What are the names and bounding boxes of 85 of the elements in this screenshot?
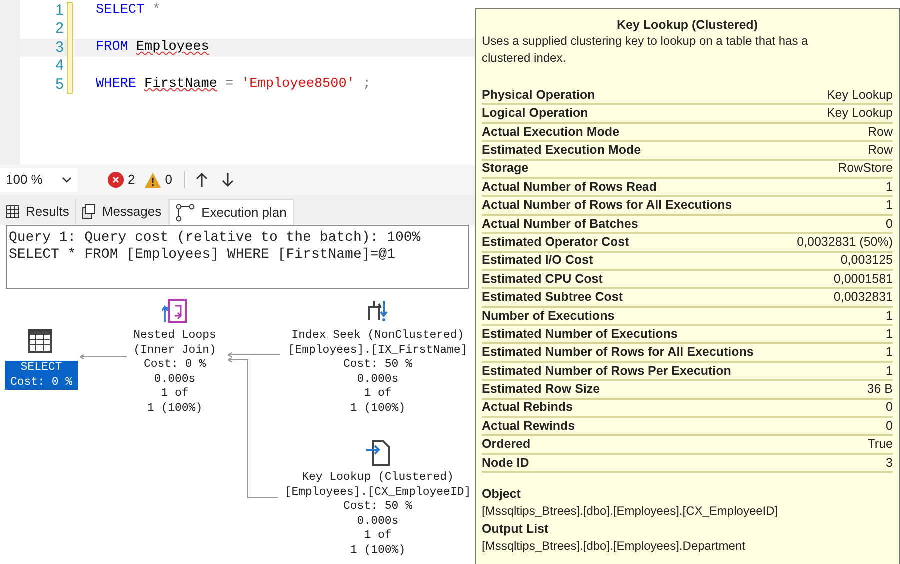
zoom-dropdown[interactable]: 100 % [0,168,78,192]
property-value: 1 [886,308,893,325]
chevron-down-icon [62,177,72,183]
line-number: 4 [54,56,65,76]
code-token: * [152,2,161,20]
property-value: 1 [886,326,893,343]
tooltip-description: Uses a supplied clustering key to lookup on a table that has a clustered index. [482,33,810,67]
property-value: Key Lookup [826,86,893,104]
property-value: Row [868,124,893,141]
arrow-up-icon[interactable] [195,172,210,188]
property-value: 0 [886,216,893,233]
code-token: Employees [136,38,210,57]
property-name: Logical Operation [482,105,588,122]
code-token: ; [362,76,372,94]
code-token: FirstName [144,76,218,94]
property-value: 0 [886,418,893,435]
section-value: [Mssqltips_Btrees].[dbo].[Employees].Department [482,538,746,556]
property-name: Actual Number of Rows for All Executions [482,197,732,214]
lookup-page-icon [365,439,391,467]
property-name: Actual Rewinds [482,418,576,435]
property-value: RowStore [838,160,893,178]
property-value: Row [868,142,893,159]
code-token: 'Employee8500' [242,76,355,94]
table-icon [28,329,52,353]
property-name: Estimated Subtree Cost [482,289,624,306]
property-name: Physical Operation [482,86,596,104]
section-value: [Mssqltips_Btrees].[dbo].[Employees].[CX_EmployeeID] [482,503,780,520]
line-number: 2 [54,19,65,40]
property-name: Estimated Row Size [482,381,600,398]
property-name: Estimated I/O Cost [482,252,594,270]
property-name: Number of Executions [482,308,615,325]
connector-line [80,354,128,360]
error-count: 2 [128,171,136,190]
code-token: WHERE [96,76,137,94]
document-icon [82,204,96,220]
section-heading: Object [482,486,522,504]
property-value: 0 [886,399,893,416]
plan-node-label[interactable]: Key Lookup (Clustered) [Employees].[CX_EmployeeID] Cost: 50 % 0.000s 1 of 1 (100%) [282,471,474,558]
plan-node-label[interactable]: Index Seek (NonClustered) [Employees].[IX_FirstName] Cost: 50 % 0.000s 1 of 1 (100%) [282,329,474,416]
property-name: Actual Execution Mode [482,124,620,141]
property-value: 1 [886,178,893,196]
line-number: 1 [54,0,65,21]
property-name: Actual Rebinds [482,399,573,416]
grid-icon [6,205,20,219]
property-name: Estimated Number of Rows Per Execution [482,362,732,380]
warning-count: 0 [165,171,172,190]
property-name: Estimated Operator Cost [482,234,630,251]
code-editor[interactable]: 1 SELECT * 2 3 FROM Employees 4 5 WHERE FirstName = 'Employee8500' ; [0,0,475,165]
property-name: Estimated Execution Mode [482,142,642,159]
code-token: SELECT [96,2,145,20]
plan-node-label[interactable]: Nested Loops (Inner Join) Cost: 0 % 0.000s 1 of 1 (100%) [110,329,240,416]
property-value: 0,003125 [840,252,893,270]
property-name: Ordered [482,436,531,454]
message-line: SELECT * FROM [Employees] WHERE [FirstName]=@1 [9,247,396,264]
code-token: = [225,76,234,94]
property-value: 1 [886,197,893,214]
error-icon [108,172,124,188]
property-value: Key Lookup [826,105,893,122]
property-name: Estimated CPU Cost [482,270,603,288]
tooltip-title: Key Lookup (Clustered) [616,17,759,33]
section-heading: Output List [482,521,550,538]
line-number: 3 [54,38,65,58]
result-tab[interactable]: Execution plan [168,199,294,225]
property-value: 0,0032831 (50%) [797,234,893,251]
property-value: 0,0001581 [834,270,893,288]
property-value: 3 [886,454,893,472]
plan-icon [176,204,196,222]
warning-icon [145,172,162,188]
property-name: Actual Number of Rows Read [482,178,658,196]
loop-join-icon [162,298,188,324]
property-name: Node ID [482,454,530,472]
property-name: Actual Number of Batches [482,216,638,233]
property-value: 1 [886,362,893,380]
property-value: True [868,436,893,454]
property-value: 36 B [867,381,893,398]
property-name: Estimated Number of Rows for All Executions [482,344,754,362]
arrow-down-icon[interactable] [221,172,236,188]
property-value: 1 [886,344,893,362]
message-line: Query 1: Query cost (relative to the batch): 100% [9,230,422,247]
property-value: 0,0032831 [834,289,893,306]
property-name: Storage [482,160,529,178]
code-token: FROM [96,38,128,57]
plan-node-label[interactable]: SELECT Cost: 0 % [5,361,78,390]
line-number: 5 [54,74,65,95]
property-name: Estimated Number of Executions [482,326,678,343]
